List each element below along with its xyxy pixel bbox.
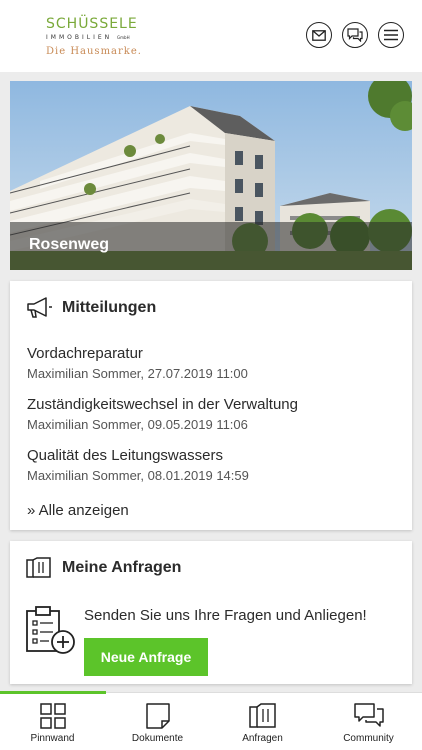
bottom-navigation: Pinnwand Dokumente Anfragen Community bbox=[0, 691, 422, 750]
chat-button[interactable] bbox=[342, 22, 368, 48]
app-header: SCHÜSSELE IMMOBILIEN GmbH Die Hausmarke. bbox=[0, 0, 422, 72]
message-item[interactable]: Zuständigkeitswechsel in der Verwaltung … bbox=[27, 396, 298, 433]
requests-text: Senden Sie uns Ihre Fragen und Anliegen! bbox=[84, 607, 367, 624]
chat-icon bbox=[353, 703, 384, 727]
nav-item-community[interactable]: Community bbox=[316, 693, 421, 750]
requests-header: Meine Anfragen bbox=[26, 557, 181, 579]
nav-label: Anfragen bbox=[242, 733, 283, 744]
messages-card: Mitteilungen Vordachreparatur Maximilian… bbox=[10, 281, 412, 530]
messages-header: Mitteilungen bbox=[26, 297, 156, 319]
message-meta: Maximilian Sommer, 27.07.2019 11:00 bbox=[27, 366, 248, 381]
requests-card: Meine Anfragen Senden Sie uns Ihre Frage… bbox=[10, 541, 412, 684]
menu-icon bbox=[384, 29, 398, 41]
message-item[interactable]: Vordachreparatur Maximilian Sommer, 27.0… bbox=[27, 345, 248, 382]
nav-item-dokumente[interactable]: Dokumente bbox=[105, 693, 210, 750]
message-item[interactable]: Qualität des Leitungswassers Maximilian … bbox=[27, 447, 249, 484]
nav-label: Community bbox=[343, 733, 394, 744]
nav-label: Pinnwand bbox=[30, 733, 75, 744]
megaphone-icon bbox=[27, 297, 52, 318]
menu-button[interactable] bbox=[378, 22, 404, 48]
hero-caption: Rosenweg bbox=[10, 222, 412, 270]
property-hero[interactable]: Rosenweg bbox=[10, 81, 412, 270]
nav-item-anfragen[interactable]: Anfragen bbox=[210, 693, 315, 750]
folder-icon bbox=[248, 703, 276, 728]
message-title: Vordachreparatur bbox=[27, 345, 143, 362]
message-meta: Maximilian Sommer, 08.01.2019 14:59 bbox=[27, 468, 249, 483]
requests-title: Meine Anfragen bbox=[62, 559, 182, 576]
brand-name: SCHÜSSELE bbox=[46, 16, 138, 32]
document-icon bbox=[145, 703, 170, 729]
brand-logo: SCHÜSSELE IMMOBILIEN GmbH Die Hausmarke. bbox=[46, 16, 142, 59]
grid-icon bbox=[39, 703, 66, 729]
nav-label: Dokumente bbox=[131, 733, 184, 744]
mail-icon bbox=[312, 29, 326, 41]
message-title: Zuständigkeitswechsel in der Verwaltung bbox=[27, 396, 298, 413]
chat-icon bbox=[347, 28, 363, 42]
brand-tagline: Die Hausmarke. bbox=[46, 46, 142, 57]
messages-title: Mitteilungen bbox=[62, 299, 157, 316]
message-title: Qualität des Leitungswassers bbox=[27, 447, 223, 464]
message-meta: Maximilian Sommer, 09.05.2019 11:06 bbox=[27, 417, 248, 432]
clipboard-add-icon bbox=[26, 606, 75, 654]
folder-icon bbox=[26, 557, 51, 578]
mail-button[interactable] bbox=[306, 22, 332, 48]
nav-item-pinnwand[interactable]: Pinnwand bbox=[0, 693, 105, 750]
new-request-button[interactable]: Neue Anfrage bbox=[84, 638, 208, 676]
property-name: Rosenweg bbox=[29, 236, 110, 253]
brand-sub: IMMOBILIEN GmbH bbox=[46, 34, 130, 41]
show-all-link[interactable]: » Alle anzeigen bbox=[27, 502, 129, 519]
